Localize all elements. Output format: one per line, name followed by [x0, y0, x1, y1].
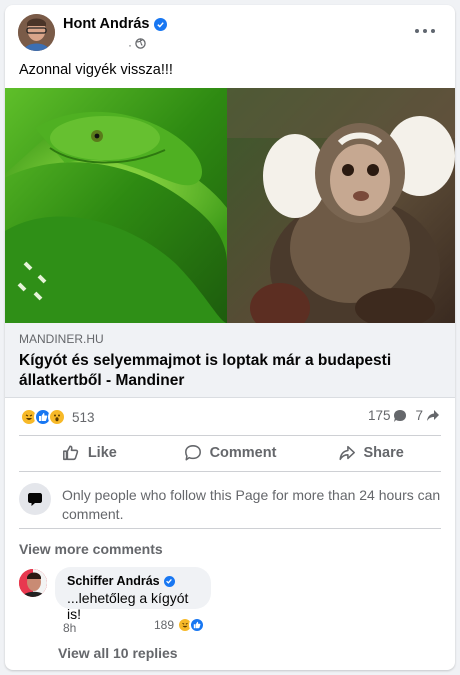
post-text: Azonnal vigyék vissza!!!: [19, 62, 173, 78]
comment-reactions[interactable]: 189: [154, 617, 206, 633]
author-avatar[interactable]: [18, 14, 55, 51]
more-dot: [423, 29, 427, 33]
reaction-summary[interactable]: 513: [20, 408, 95, 426]
comment-label: Comment: [209, 445, 277, 461]
post-stats: 513 175 7: [5, 398, 455, 434]
comment-icon: [184, 445, 201, 461]
link-title[interactable]: Kígyót és selyemmajmot is loptak már a b…: [19, 351, 439, 391]
comment-time[interactable]: 8h: [63, 621, 76, 635]
comment-bubble-icon: [394, 409, 407, 422]
like-button[interactable]: Like: [19, 435, 160, 471]
comment-reaction-count: 189: [154, 618, 175, 632]
comment-button[interactable]: Comment: [160, 435, 301, 471]
post-meta: ·: [128, 38, 146, 52]
share-arrow-icon: [427, 409, 439, 421]
like-reaction-icon: [189, 617, 206, 633]
reaction-count[interactable]: 513: [72, 410, 95, 425]
like-icon: [62, 445, 79, 461]
share-count[interactable]: 7: [415, 408, 440, 423]
share-count-text: 7: [415, 408, 423, 423]
wow-reaction-icon: [48, 408, 66, 426]
divider: [19, 471, 441, 472]
more-icon[interactable]: [415, 23, 435, 39]
share-label: Share: [363, 445, 404, 461]
globe-icon[interactable]: [135, 38, 146, 52]
comment-count[interactable]: 175: [368, 408, 408, 423]
comment-count-text: 175: [367, 408, 391, 423]
commenter-avatar[interactable]: [19, 569, 47, 597]
comment-bubble: Schiffer András ...lehetőleg a kígyót is…: [55, 567, 211, 622]
comment-author-text[interactable]: Schiffer András: [67, 574, 160, 588]
like-label: Like: [87, 445, 117, 461]
meta-dot: ·: [128, 38, 132, 52]
verified-icon: [154, 17, 168, 31]
chat-bubble-icon: [19, 483, 51, 515]
post-header: Hont András ·: [5, 5, 455, 60]
link-image[interactable]: [5, 88, 455, 323]
notice-text: Only people who follow this Page for mor…: [62, 487, 441, 522]
link-preview[interactable]: MANDINER.HU Kígyót és selyemmajmot is lo…: [5, 323, 455, 398]
post-card: Hont András · Azonnal vigyék vissza!!! M…: [5, 5, 455, 670]
author-name-text[interactable]: Hont András: [63, 16, 149, 32]
engagement-counts: 175 7: [368, 408, 440, 423]
action-bar: Like Comment Share: [19, 435, 441, 471]
more-dot: [431, 29, 435, 33]
share-button[interactable]: Share: [300, 435, 441, 471]
view-all-replies-link[interactable]: View all 10 replies: [58, 645, 178, 661]
comment-author[interactable]: Schiffer András: [67, 574, 199, 588]
divider: [19, 528, 441, 529]
share-icon: [339, 445, 355, 461]
verified-icon: [163, 575, 175, 587]
more-dot: [415, 29, 419, 33]
link-domain: MANDINER.HU: [19, 332, 104, 346]
view-more-comments-link[interactable]: View more comments: [19, 541, 163, 557]
author-name[interactable]: Hont András: [63, 16, 168, 32]
